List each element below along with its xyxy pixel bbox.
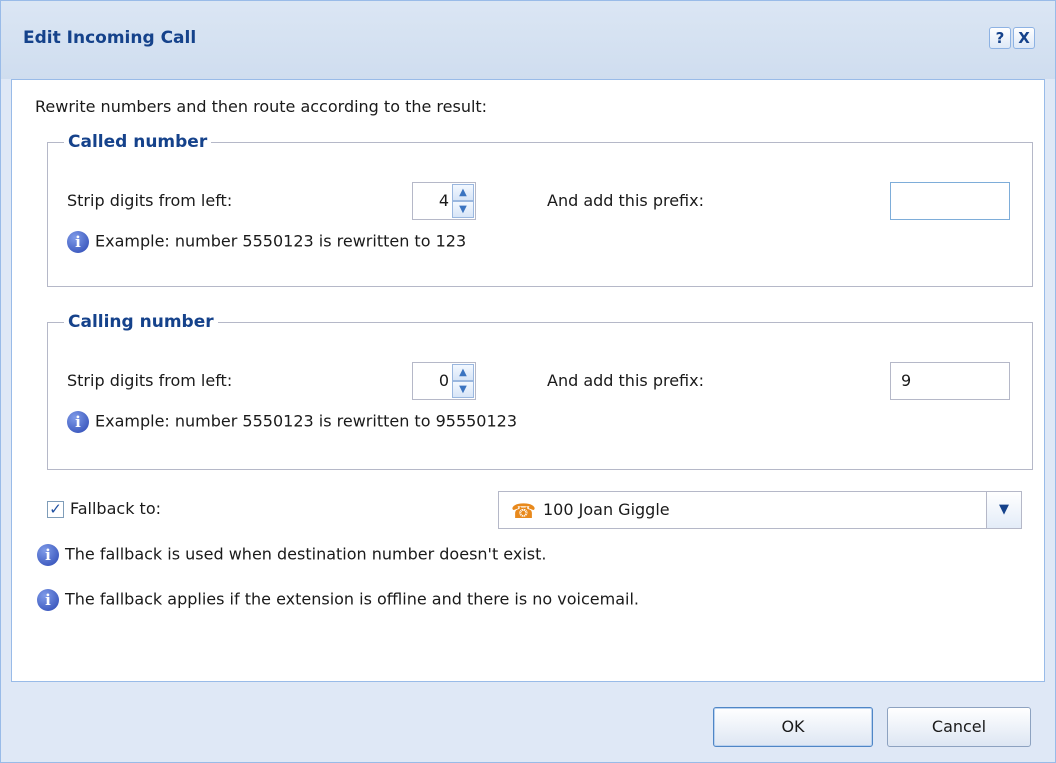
calling-prefix-input[interactable]: 9: [890, 362, 1010, 400]
calling-strip-spinner[interactable]: 0 ▲ ▼: [412, 362, 476, 400]
called-example: i Example: number 5550123 is rewritten to…: [67, 231, 466, 253]
fallback-info-2-text: The fallback applies if the extension is…: [65, 589, 639, 609]
fallback-label: Fallback to:: [70, 499, 161, 518]
called-prefix-label: And add this prefix:: [547, 191, 704, 210]
calling-prefix-label: And add this prefix:: [547, 371, 704, 390]
called-example-text: Example: number 5550123 is rewritten to …: [95, 231, 467, 251]
called-number-group: Called number Strip digits from left: 4 …: [47, 132, 1033, 287]
calling-number-group: Calling number Strip digits from left: 0…: [47, 312, 1033, 470]
fallback-info-1: i The fallback is used when destination n…: [37, 544, 546, 566]
info-icon: i: [67, 231, 89, 253]
called-number-legend: Called number: [68, 132, 208, 152]
cancel-button[interactable]: Cancel: [887, 707, 1031, 747]
chevron-down-icon[interactable]: ▼: [986, 492, 1021, 528]
spin-up-icon[interactable]: ▲: [452, 184, 474, 201]
spin-up-icon[interactable]: ▲: [452, 364, 474, 381]
calling-example: i Example: number 5550123 is rewritten to…: [67, 411, 517, 433]
close-icon[interactable]: X: [1013, 27, 1035, 49]
called-strip-value: 4: [438, 191, 449, 210]
called-strip-spinner[interactable]: 4 ▲ ▼: [412, 182, 476, 220]
calling-example-text: Example: number 5550123 is rewritten to …: [95, 411, 518, 431]
info-icon: i: [37, 544, 59, 566]
fallback-selected-text: 100 Joan Giggle: [543, 500, 670, 519]
dialog-body: Rewrite numbers and then route according…: [11, 79, 1045, 682]
edit-incoming-call-dialog: Edit Incoming Call ? X Rewrite numbers a…: [0, 0, 1056, 763]
spin-down-icon[interactable]: ▼: [452, 381, 474, 398]
spin-down-icon[interactable]: ▼: [452, 201, 474, 218]
fallback-checkbox[interactable]: ✓: [47, 501, 64, 518]
ok-button[interactable]: OK: [713, 707, 873, 747]
calling-strip-label: Strip digits from left:: [67, 371, 233, 390]
fallback-info-2: i The fallback applies if the extension i…: [37, 589, 639, 611]
called-prefix-input[interactable]: [890, 182, 1010, 220]
intro-text: Rewrite numbers and then route according…: [35, 97, 488, 116]
fallback-info-1-text: The fallback is used when destination nu…: [65, 544, 547, 564]
info-icon: i: [37, 589, 59, 611]
fallback-select[interactable]: ☎ 100 Joan Giggle ▼: [498, 491, 1022, 529]
called-strip-label: Strip digits from left:: [67, 191, 233, 210]
calling-number-legend: Calling number: [68, 312, 214, 332]
help-icon[interactable]: ?: [989, 27, 1011, 49]
phone-icon: ☎: [511, 499, 536, 523]
dialog-title: Edit Incoming Call: [23, 28, 197, 48]
info-icon: i: [67, 411, 89, 433]
dialog-titlebar[interactable]: Edit Incoming Call ? X: [1, 1, 1055, 79]
calling-strip-value: 0: [438, 371, 449, 390]
